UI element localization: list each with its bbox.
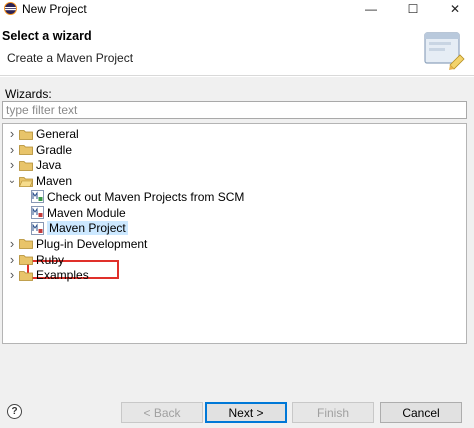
back-button[interactable]: < Back: [121, 402, 203, 423]
tree-item-general[interactable]: › General: [7, 126, 79, 142]
tree-item-java[interactable]: › Java: [7, 157, 62, 173]
chevron-down-icon[interactable]: ⌄: [7, 173, 17, 189]
folder-icon: [19, 176, 33, 187]
tree-item-label: Ruby: [36, 252, 65, 267]
tree-item-gradle[interactable]: › Gradle: [7, 142, 72, 158]
chevron-right-icon[interactable]: ›: [7, 236, 17, 252]
window-title: New Project: [22, 2, 87, 16]
chevron-right-icon[interactable]: ›: [7, 252, 17, 268]
chevron-right-icon[interactable]: ›: [7, 142, 17, 158]
tree-item-plug-in-development[interactable]: › Plug-in Development: [7, 236, 148, 252]
wizard-tree[interactable]: › General › Gradle › Java ⌄ Maven Check out Mave…: [2, 123, 467, 344]
close-icon: ✕: [449, 2, 461, 16]
wizard-banner-icon: [424, 32, 465, 70]
next-button[interactable]: Next >: [205, 402, 287, 423]
title-bar: New Project — ☐ ✕: [0, 0, 474, 18]
maven-scm-icon: [31, 190, 44, 204]
wizards-label: Wizards:: [5, 87, 52, 101]
folder-icon: [19, 145, 33, 156]
tree-item-ruby[interactable]: › Ruby: [7, 252, 64, 268]
tree-item-label: Java: [36, 158, 62, 173]
help-icon: ?: [11, 406, 18, 417]
chevron-right-icon[interactable]: ›: [7, 126, 17, 142]
folder-icon: [19, 270, 33, 281]
folder-icon: [19, 239, 33, 250]
tree-item-label: Gradle: [36, 142, 73, 157]
tree-item-label: Examples: [36, 268, 89, 283]
maximize-icon: ☐: [407, 2, 419, 16]
page-title: Select a wizard: [2, 29, 92, 43]
chevron-right-icon[interactable]: ›: [7, 157, 17, 173]
button-bar: ? < Back Next > Finish Cancel: [0, 397, 474, 428]
wizard-content: Wizards: › General › Gradle › Java ⌄ MavenCheck…: [0, 77, 474, 397]
tree-item-label: Plug-in Development: [36, 236, 148, 251]
wizard-header: Select a wizard Create a Maven Project: [0, 19, 474, 76]
minimize-button[interactable]: —: [356, 0, 386, 18]
close-button[interactable]: ✕: [440, 0, 470, 18]
tree-item-maven-project[interactable]: Maven Project: [31, 220, 128, 236]
minimize-icon: —: [365, 2, 377, 16]
tree-item-maven[interactable]: ⌄ Maven: [7, 173, 72, 189]
tree-item-check-out-maven-projects-from-scm[interactable]: Check out Maven Projects from SCM: [31, 189, 244, 205]
maven-icon: [31, 221, 44, 235]
folder-icon: [19, 129, 33, 140]
eclipse-icon: [4, 2, 17, 15]
page-description: Create a Maven Project: [7, 51, 134, 65]
maven-icon: [31, 206, 44, 219]
help-button[interactable]: ?: [7, 404, 22, 419]
folder-icon: [19, 160, 33, 171]
tree-item-label: Check out Maven Projects from SCM: [47, 189, 245, 204]
tree-item-label: Maven: [36, 174, 73, 189]
tree-item-examples[interactable]: › Examples: [7, 267, 89, 283]
tree-item-maven-module[interactable]: Maven Module: [31, 205, 126, 221]
filter-input[interactable]: [2, 101, 467, 119]
maximize-button[interactable]: ☐: [398, 0, 428, 18]
cancel-button[interactable]: Cancel: [380, 402, 462, 423]
tree-item-label: Maven Module: [47, 205, 126, 220]
finish-button[interactable]: Finish: [292, 402, 374, 423]
folder-icon: [19, 255, 33, 265]
tree-item-label: Maven Project: [47, 221, 128, 236]
tree-item-label: General: [36, 127, 79, 141]
chevron-right-icon[interactable]: ›: [7, 267, 17, 283]
